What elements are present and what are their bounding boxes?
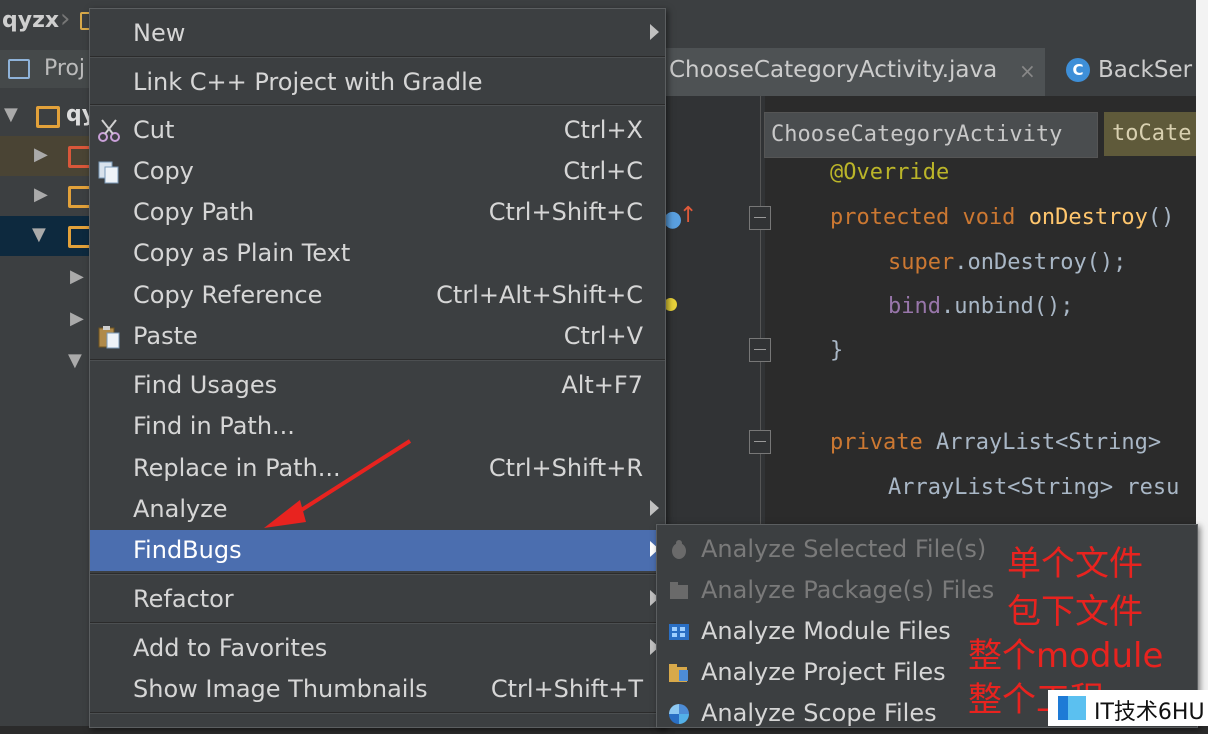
watermark-logo-icon [1058,696,1086,720]
watermark: IT技术6HU [1048,690,1208,726]
annotation-package-files: 包下文件 [1007,592,1143,632]
watermark-label: IT技术6HU [1094,700,1205,725]
annotation-single-file: 单个文件 [1007,544,1143,584]
annotation-whole-module: 整个module [968,636,1164,676]
